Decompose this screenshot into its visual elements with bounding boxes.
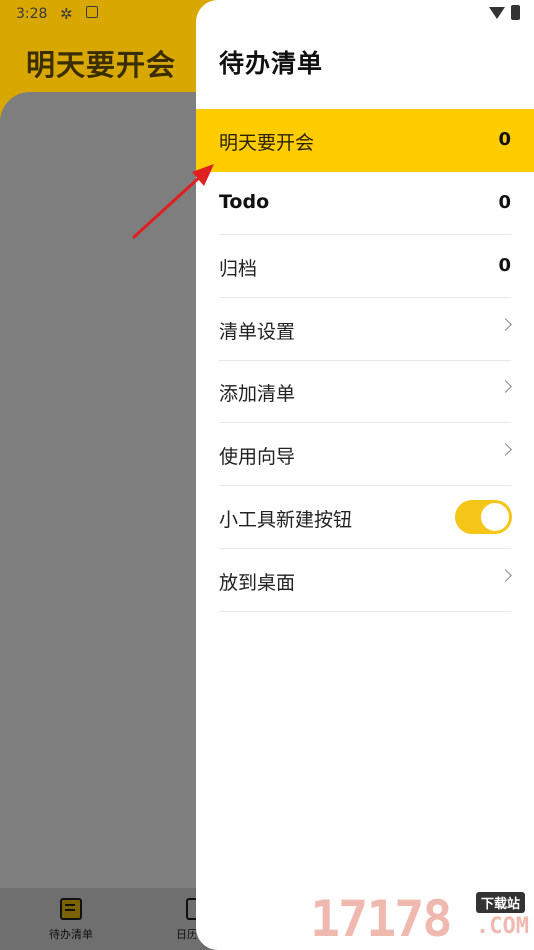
menu-item-widget-new-button: 小工具新建按钮 — [196, 486, 534, 549]
status-time: 3:28 — [16, 6, 48, 22]
watermark-logo: 17178 下载站 .COM — [310, 886, 534, 950]
list-item-count: 0 — [498, 192, 511, 213]
menu-item-add-to-home[interactable]: 放到桌面 — [196, 549, 534, 612]
battery-icon — [511, 5, 520, 20]
notification-status-icon — [86, 6, 98, 18]
menu-item-label: 清单设置 — [219, 321, 296, 343]
chevron-right-icon — [499, 380, 512, 393]
watermark-badge: 下载站 — [476, 892, 526, 913]
navigation-drawer: 待办清单 明天要开会 0 Todo 0 归档 0 清单设置 添加清单 使用向导 … — [196, 0, 534, 950]
list-item-label: 归档 — [219, 258, 258, 280]
list-item-archive[interactable]: 归档 0 — [196, 235, 534, 298]
nav-tab-todo-label: 待办清单 — [49, 928, 93, 941]
list-item-todo[interactable]: Todo 0 — [196, 172, 534, 235]
widget-new-button-toggle[interactable] — [455, 500, 512, 534]
menu-item-user-guide[interactable]: 使用向导 — [196, 423, 534, 486]
menu-item-label: 使用向导 — [219, 446, 296, 468]
menu-item-label: 小工具新建按钮 — [219, 509, 353, 531]
chevron-right-icon — [499, 318, 512, 331]
menu-item-label: 放到桌面 — [219, 572, 296, 594]
list-item-count: 0 — [498, 255, 511, 276]
nav-tab-todo[interactable]: 待办清单 — [36, 898, 106, 942]
watermark-digits: 17178 — [310, 890, 453, 948]
settings-status-icon: ✲ — [60, 5, 73, 23]
chevron-right-icon — [499, 569, 512, 582]
list-item-meeting-tomorrow[interactable]: 明天要开会 0 — [196, 109, 534, 172]
list-item-count: 0 — [498, 129, 511, 150]
nav-tab-calendar-label: 日历 — [176, 928, 196, 941]
drawer-title: 待办清单 — [219, 49, 324, 78]
watermark-suffix: .COM — [476, 914, 529, 939]
menu-item-list-settings[interactable]: 清单设置 — [196, 298, 534, 361]
annotation-arrow-icon — [132, 164, 214, 239]
menu-item-add-list[interactable]: 添加清单 — [196, 360, 534, 423]
list-item-label: 明天要开会 — [219, 132, 315, 154]
divider — [219, 611, 511, 612]
wifi-icon — [489, 7, 505, 19]
background-page-title: 明天要开会 — [26, 48, 177, 82]
status-icons — [489, 5, 520, 20]
chevron-right-icon — [499, 443, 512, 456]
todo-list-icon — [60, 898, 82, 920]
toggle-knob — [481, 503, 509, 531]
menu-item-label: 添加清单 — [219, 383, 296, 405]
